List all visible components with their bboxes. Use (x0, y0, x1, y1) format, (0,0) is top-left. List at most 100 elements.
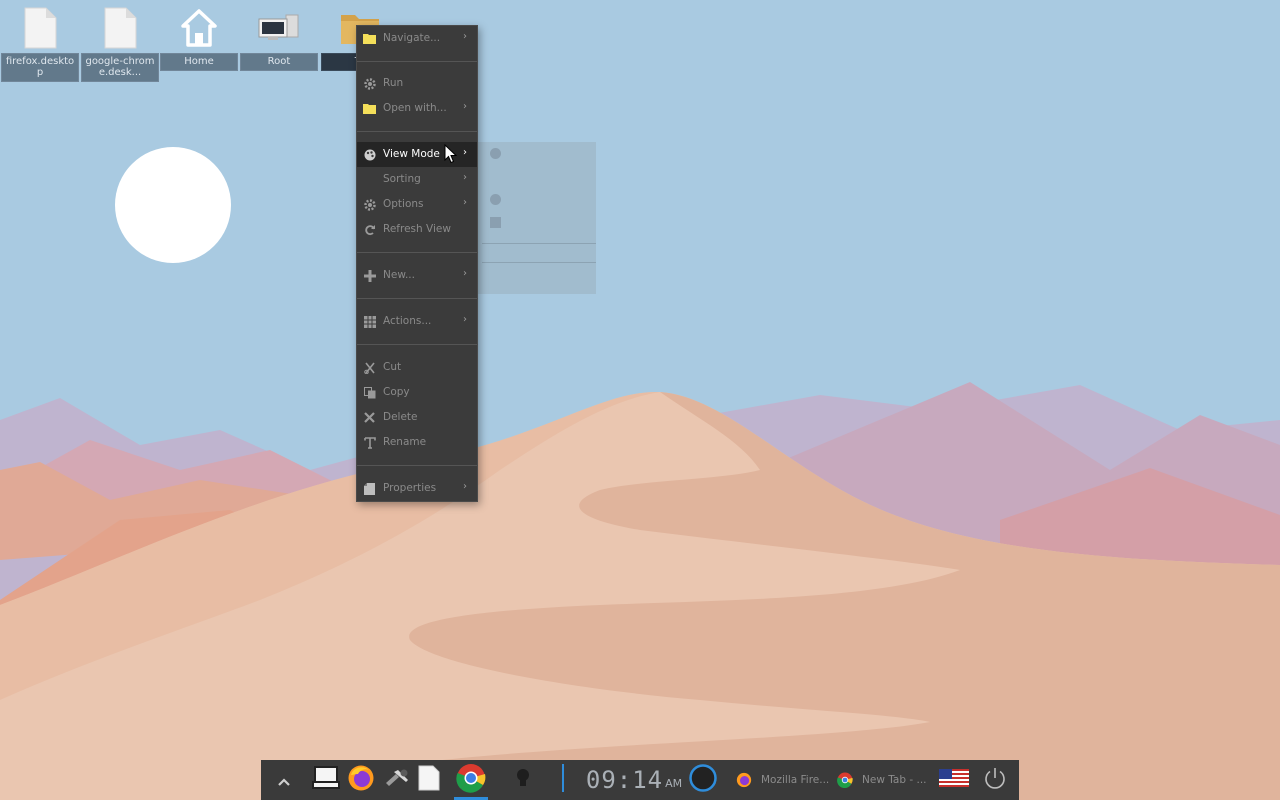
power-button[interactable] (981, 760, 1009, 800)
firefox-icon (347, 764, 375, 796)
firefox-icon (736, 772, 752, 788)
gear-icon (363, 77, 376, 90)
menu-item-label: View Mode (383, 148, 440, 160)
menu-item-delete[interactable]: Delete (357, 405, 477, 430)
document-icon (363, 482, 376, 495)
desktop-wallpaper (0, 0, 1280, 800)
show-desktop-button[interactable] (273, 760, 295, 800)
taskbar-window-firefox[interactable]: Mozilla Fire... (736, 760, 831, 800)
taskbar: 09:14 AM Mozilla Fire... New Tab - ... (261, 760, 1019, 800)
desktop-icon-home[interactable]: Home (160, 4, 238, 71)
copy-icon (363, 386, 376, 399)
desktop-icon-label: google-chrome.desk... (81, 53, 159, 82)
menu-separator (357, 252, 477, 253)
menu-item-run[interactable]: Run (357, 71, 477, 96)
launcher-files[interactable] (415, 760, 443, 800)
taskbar-window-chrome[interactable]: New Tab - ... (837, 760, 929, 800)
chrome-icon (456, 763, 486, 797)
refresh-icon (363, 223, 376, 236)
desktop-icon-firefox-desktop[interactable]: firefox.desktop (1, 4, 79, 82)
separator (482, 262, 596, 263)
gear-icon (363, 198, 376, 211)
menu-item-options[interactable]: Options › (357, 192, 477, 217)
volume-icon (561, 764, 565, 796)
menu-item-cut[interactable]: Cut (357, 355, 477, 380)
text-icon (363, 436, 376, 449)
circle-icon (688, 763, 718, 797)
file-icon (418, 765, 440, 795)
menu-item-properties[interactable]: Properties › (357, 476, 477, 501)
chevron-right-icon: › (463, 31, 467, 42)
menu-item-copy[interactable]: Copy (357, 380, 477, 405)
context-menu: Navigate... › Run Open with... › View Mo… (356, 25, 478, 502)
chevron-right-icon: › (463, 481, 467, 492)
desktop-icon-root[interactable]: Root (240, 4, 318, 71)
clock-ampm: AM (665, 776, 683, 790)
menu-item-label: Run (383, 77, 404, 89)
tray-volume-slider[interactable] (555, 760, 571, 800)
menu-item-label: Properties (383, 482, 437, 494)
clock-time: 09:14 (585, 766, 664, 794)
desktop-icon-label: firefox.desktop (1, 53, 79, 82)
close-icon (363, 411, 376, 424)
radio-icon (490, 148, 501, 159)
folder-icon (363, 102, 376, 115)
plus-icon (363, 269, 376, 282)
menu-item-new[interactable]: New... › (357, 263, 477, 288)
menu-item-label: Refresh View (383, 223, 451, 235)
launcher-chrome-active[interactable] (454, 760, 488, 800)
tools-icon (384, 768, 410, 792)
chevron-right-icon: › (463, 172, 467, 183)
chevron-right-icon: › (463, 314, 467, 325)
menu-item-actions[interactable]: Actions... › (357, 309, 477, 334)
menu-item-label: Delete (383, 411, 418, 423)
chevron-right-icon: › (463, 101, 467, 112)
tray-lightbulb[interactable] (511, 760, 535, 800)
tray-circle-indicator[interactable] (687, 760, 719, 800)
menu-separator (357, 61, 477, 62)
sun-shape (115, 147, 231, 263)
chevron-right-icon: › (463, 268, 467, 279)
menu-item-navigate[interactable]: Navigate... › (357, 26, 477, 51)
menu-item-label: Open with... (383, 102, 447, 114)
us-flag-icon (939, 769, 969, 791)
menu-separator (357, 344, 477, 345)
power-icon (983, 766, 1007, 794)
launcher-tools[interactable] (381, 760, 413, 800)
file-icon (1, 4, 79, 52)
menu-item-refresh-view[interactable]: Refresh View (357, 217, 477, 242)
launcher-terminal[interactable] (311, 760, 341, 800)
chrome-icon (837, 772, 853, 788)
menu-item-label: Options (383, 198, 424, 210)
keyboard-layout-indicator[interactable] (938, 760, 970, 800)
menu-item-label: Actions... (383, 315, 432, 327)
menu-item-label: Navigate... (383, 32, 441, 44)
desktop-icon-label: Root (240, 53, 318, 71)
chevron-right-icon: › (463, 147, 467, 158)
menu-item-label: Cut (383, 361, 402, 373)
window-title: Mozilla Fire... (761, 774, 830, 786)
clock-widget[interactable]: 09:14 AM (585, 760, 683, 800)
menu-item-rename[interactable]: Rename (357, 430, 477, 455)
desktop-icon-label: Home (160, 53, 238, 71)
mouse-cursor-icon (444, 144, 458, 164)
checkbox-icon (490, 217, 501, 228)
desktop-icon-google-chrome-desktop[interactable]: google-chrome.desk... (81, 4, 159, 82)
menu-separator (357, 298, 477, 299)
menu-item-label: Rename (383, 436, 427, 448)
lightbulb-icon (516, 767, 530, 793)
menu-item-view-mode[interactable]: View Mode › (357, 142, 477, 167)
menu-separator (357, 131, 477, 132)
file-icon (81, 4, 159, 52)
menu-item-open-with[interactable]: Open with... › (357, 96, 477, 121)
menu-item-label: New... (383, 269, 415, 281)
launcher-firefox[interactable] (345, 760, 377, 800)
terminal-icon (312, 766, 340, 794)
separator (482, 243, 596, 244)
chevron-right-icon: › (463, 197, 467, 208)
computer-icon (240, 4, 318, 52)
folder-icon (363, 32, 376, 45)
menu-item-sorting[interactable]: Sorting › (357, 167, 477, 192)
radio-icon (490, 194, 501, 205)
window-title: New Tab - ... (862, 774, 927, 786)
